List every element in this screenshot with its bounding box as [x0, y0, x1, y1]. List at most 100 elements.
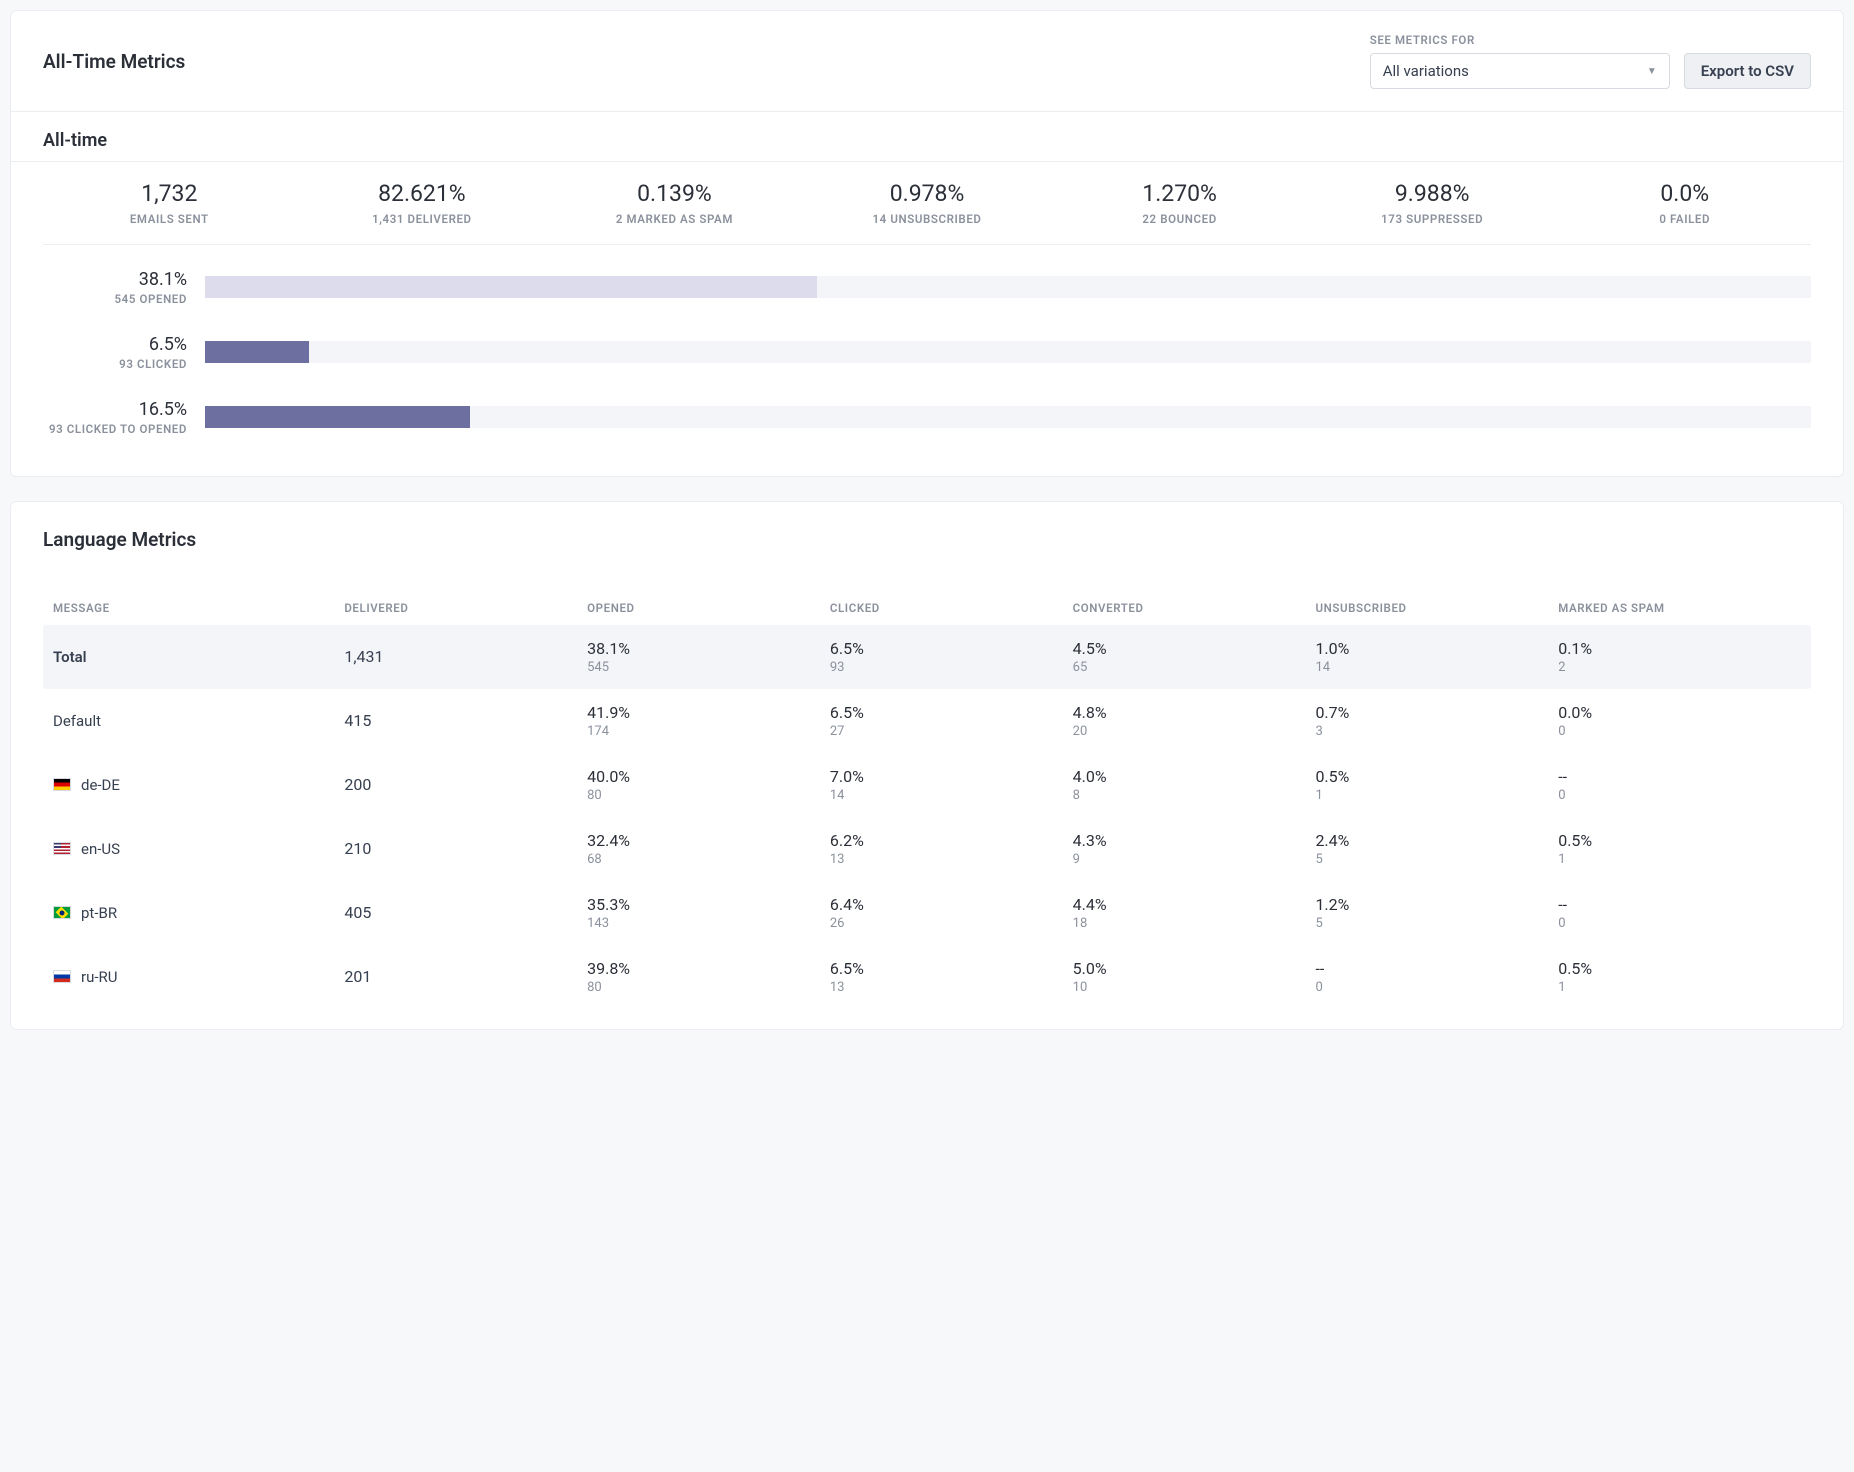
bar-row: 6.5%93 CLICKED	[43, 334, 1811, 371]
metric-cell: 1.0%14	[1315, 639, 1558, 675]
table-column-header: OPENED	[587, 601, 830, 615]
metric-count: 65	[1073, 660, 1316, 675]
delivered-cell: 405	[344, 903, 587, 922]
chevron-down-icon: ▼	[1647, 66, 1657, 77]
flag-icon	[53, 842, 71, 855]
metric-count: 8	[1073, 788, 1316, 803]
metric-count: 68	[587, 852, 830, 867]
language-metrics-title: Language Metrics	[11, 502, 1843, 591]
message-cell: de-DE	[53, 776, 344, 794]
stat-item: 0.139%2 MARKED AS SPAM	[548, 180, 801, 226]
message-cell: Total	[53, 648, 344, 666]
metric-pct: 6.5%	[830, 959, 1073, 978]
metric-pct: 40.0%	[587, 767, 830, 786]
message-cell: pt-BR	[53, 904, 344, 922]
bar-label: 6.5%93 CLICKED	[43, 334, 205, 371]
delivered-cell: 210	[344, 839, 587, 858]
metric-pct: 35.3%	[587, 895, 830, 914]
metric-pct: 4.0%	[1073, 767, 1316, 786]
metric-pct: 4.3%	[1073, 831, 1316, 850]
table-column-header: DELIVERED	[344, 601, 587, 615]
stat-item: 1,732 EMAILS SENT	[43, 180, 296, 226]
variations-select[interactable]: All variations ▼	[1370, 53, 1670, 89]
metric-pct: 0.5%	[1315, 767, 1558, 786]
metric-count: 18	[1073, 916, 1316, 931]
metric-pct: 1.0%	[1315, 639, 1558, 658]
message-label: en-US	[81, 840, 120, 858]
metric-pct: 0.1%	[1558, 639, 1801, 658]
metric-pct: 6.5%	[830, 639, 1073, 658]
bar-track	[205, 406, 1811, 428]
stat-value: 1,732	[43, 180, 296, 208]
metric-cell: 0.5% 1	[1315, 767, 1558, 803]
message-label: de-DE	[81, 776, 120, 794]
bar-sub: 545 OPENED	[43, 292, 187, 306]
panel-header: All-Time Metrics SEE METRICS FOR All var…	[11, 11, 1843, 112]
stat-item: 0.0%0 FAILED	[1558, 180, 1811, 226]
bar-sub: 93 CLICKED TO OPENED	[43, 422, 187, 436]
panel-title: All-Time Metrics	[43, 50, 185, 73]
metric-pct: 32.4%	[587, 831, 830, 850]
export-csv-button[interactable]: Export to CSV	[1684, 53, 1811, 89]
alltime-metrics-panel: All-Time Metrics SEE METRICS FOR All var…	[10, 10, 1844, 477]
table-column-header: CLICKED	[830, 601, 1073, 615]
stat-value: 0.0%	[1558, 180, 1811, 208]
metric-cell: 2.4%5	[1315, 831, 1558, 867]
metric-cell: 5.0%10	[1073, 959, 1316, 995]
stat-item: 1.270%22 BOUNCED	[1053, 180, 1306, 226]
table-row: Total1,43138.1%5456.5%934.5%651.0%140.1%…	[43, 625, 1811, 689]
metric-cell: 4.4% 18	[1073, 895, 1316, 931]
metric-cell: 39.8%80	[587, 959, 830, 995]
bar-row: 16.5%93 CLICKED TO OPENED	[43, 399, 1811, 436]
delivered-cell: 415	[344, 711, 587, 730]
variations-selected-value: All variations	[1383, 62, 1469, 80]
metric-count: 545	[587, 660, 830, 675]
bar-row: 38.1%545 OPENED	[43, 269, 1811, 306]
metric-cell: 6.4%26	[830, 895, 1073, 931]
metric-pct: 38.1%	[587, 639, 830, 658]
metric-count: 0	[1558, 916, 1801, 931]
table-row: pt-BR40535.3%1436.4%264.4%181.2%5--0	[43, 881, 1811, 945]
metric-pct: --	[1558, 767, 1801, 786]
metric-cell: 41.9%174	[587, 703, 830, 739]
metric-pct: 2.4%	[1315, 831, 1558, 850]
message-cell: ru-RU	[53, 968, 344, 986]
see-metrics-label: SEE METRICS FOR	[1370, 33, 1670, 47]
metric-pct: 5.0%	[1073, 959, 1316, 978]
table-column-header: CONVERTED	[1073, 601, 1316, 615]
metric-count: 1	[1315, 788, 1558, 803]
engagement-bars: 38.1%545 OPENED 6.5%93 CLICKED 16.5%93 CLI…	[11, 245, 1843, 476]
message-label: Default	[53, 712, 101, 730]
metric-pct: 6.4%	[830, 895, 1073, 914]
header-controls: SEE METRICS FOR All variations ▼ Export …	[1370, 33, 1811, 89]
metric-count: 20	[1073, 724, 1316, 739]
metric-pct: 4.5%	[1073, 639, 1316, 658]
metric-cell: 0.1% 2	[1558, 639, 1801, 675]
metric-count: 5	[1315, 916, 1558, 931]
table-body: Total1,43138.1%5456.5%934.5%651.0%140.1%…	[43, 625, 1811, 1009]
table-header: MESSAGEDELIVEREDOPENEDCLICKEDCONVERTEDUN…	[43, 591, 1811, 625]
metric-pct: 0.7%	[1315, 703, 1558, 722]
metric-count: 13	[830, 852, 1073, 867]
variations-control: SEE METRICS FOR All variations ▼	[1370, 33, 1670, 89]
metric-cell: 0.7% 3	[1315, 703, 1558, 739]
flag-icon	[53, 778, 71, 791]
stat-label: 14 UNSUBSCRIBED	[801, 212, 1054, 226]
stat-label: EMAILS SENT	[43, 212, 296, 226]
metric-count: 0	[1558, 724, 1801, 739]
metric-pct: 6.2%	[830, 831, 1073, 850]
metric-cell: 7.0%14	[830, 767, 1073, 803]
flag-icon	[53, 970, 71, 983]
metric-count: 3	[1315, 724, 1558, 739]
bar-sub: 93 CLICKED	[43, 357, 187, 371]
metric-count: 0	[1315, 980, 1558, 995]
metric-cell: 32.4% 68	[587, 831, 830, 867]
message-label: Total	[53, 648, 87, 666]
stat-value: 1.270%	[1053, 180, 1306, 208]
table-row: en-US21032.4%686.2%134.3%92.4%50.5%1	[43, 817, 1811, 881]
metric-count: 2	[1558, 660, 1801, 675]
metric-pct: 0.5%	[1558, 831, 1801, 850]
metric-pct: 4.4%	[1073, 895, 1316, 914]
metric-pct: --	[1558, 895, 1801, 914]
metric-cell: 38.1% 545	[587, 639, 830, 675]
